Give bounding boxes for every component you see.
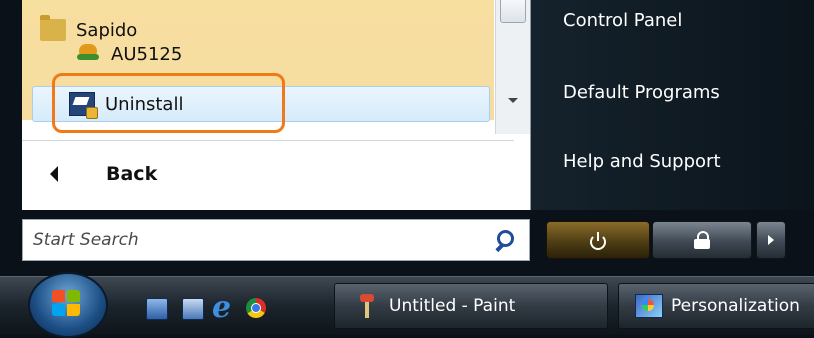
- shutdown-options-button[interactable]: [756, 221, 786, 259]
- taskbar-button-personalization[interactable]: Personalization: [618, 283, 814, 329]
- chevron-right-icon: [768, 235, 774, 245]
- program-item-sapido[interactable]: Sapido: [34, 12, 137, 48]
- back-arrow-icon: [50, 166, 58, 182]
- back-button[interactable]: Back: [22, 152, 514, 196]
- taskbar-button-label: Untitled - Paint: [389, 296, 516, 316]
- folder-icon: [40, 15, 66, 41]
- paint-icon: [357, 294, 377, 318]
- lock-icon: [694, 231, 710, 249]
- taskbar-button-label: Personalization: [671, 296, 800, 316]
- annotation-highlight: [52, 73, 285, 133]
- back-label: Back: [106, 163, 158, 185]
- program-item-au5125[interactable]: AU5125: [77, 44, 182, 68]
- program-label: Sapido: [76, 19, 138, 41]
- power-button[interactable]: [546, 221, 650, 259]
- menu-item-help-and-support[interactable]: Help and Support: [563, 151, 721, 172]
- windows-logo-icon: [52, 290, 82, 318]
- search-icon[interactable]: [493, 228, 517, 252]
- programs-scrollbar[interactable]: [495, 0, 530, 134]
- personalization-icon: [635, 294, 663, 318]
- menu-item-control-panel[interactable]: Control Panel: [563, 10, 682, 31]
- au5125-icon: [77, 44, 99, 62]
- start-search-box[interactable]: [22, 219, 530, 261]
- switch-windows-icon[interactable]: [182, 298, 204, 320]
- search-input[interactable]: [23, 229, 493, 251]
- menu-item-default-programs[interactable]: Default Programs: [563, 82, 720, 103]
- internet-explorer-icon[interactable]: [212, 290, 232, 325]
- chrome-icon[interactable]: [246, 298, 266, 318]
- scroll-down-arrow-icon[interactable]: [508, 98, 518, 103]
- start-button[interactable]: [28, 272, 108, 338]
- right-menu-pane: Control Panel Default Programs Help and …: [531, 0, 814, 210]
- taskbar-button-paint[interactable]: Untitled - Paint: [334, 283, 608, 329]
- power-icon: [590, 232, 606, 250]
- lock-button[interactable]: [652, 221, 752, 259]
- show-desktop-icon[interactable]: [146, 298, 168, 320]
- scrollbar-thumb[interactable]: [500, 0, 526, 23]
- program-label: AU5125: [111, 44, 183, 65]
- menu-divider: [22, 140, 514, 141]
